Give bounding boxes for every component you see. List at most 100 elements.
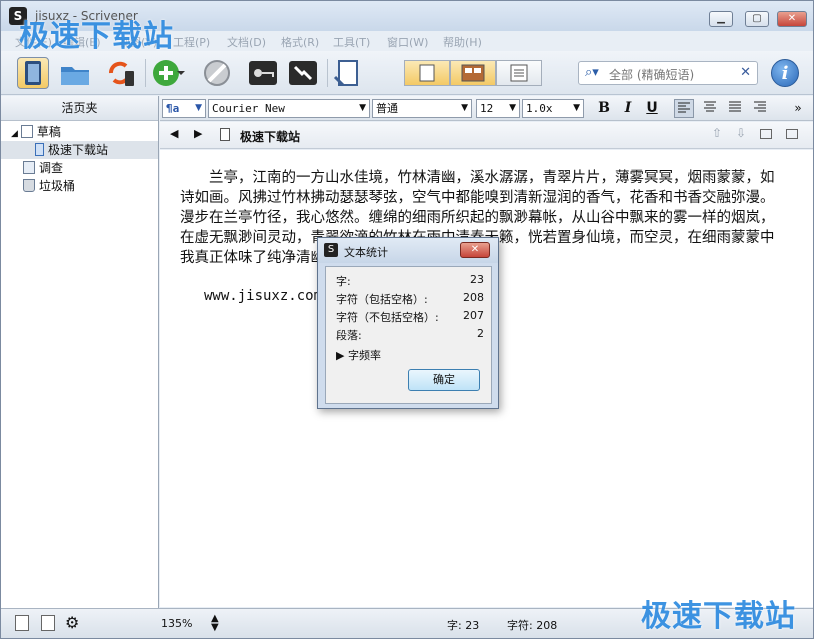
zoom-level[interactable]: 135% xyxy=(161,617,192,630)
gear-icon[interactable]: ⚙ xyxy=(65,613,79,632)
binder-item-research[interactable]: 调查 xyxy=(1,159,158,177)
split-horizontal-icon[interactable] xyxy=(786,129,798,139)
align-center-button[interactable] xyxy=(700,99,720,118)
align-right-button[interactable] xyxy=(750,99,770,118)
line-spacing-dropdown[interactable]: 1.0x ▼ xyxy=(522,99,584,118)
folder-icon xyxy=(61,67,89,85)
document-icon xyxy=(35,143,44,156)
menu-tools[interactable]: 工具(T) xyxy=(333,34,370,50)
stat-row-words: 字: 23 xyxy=(336,273,484,288)
compile-button[interactable] xyxy=(331,57,363,89)
binder-item-jisuxz[interactable]: 极速下载站 xyxy=(1,141,158,159)
align-justify-button[interactable] xyxy=(725,99,745,118)
zoom-stepper-icon[interactable]: ▲ ▼ xyxy=(211,614,219,633)
style-dropdown[interactable]: ¶a ▼ xyxy=(162,99,206,118)
view-corkboard-button[interactable] xyxy=(450,60,496,86)
app-window: S jisuxz - Scrivener ▁ ▢ ✕ 文件(F) 编辑(E) 视… xyxy=(0,0,814,639)
key-icon xyxy=(249,61,277,85)
expand-triangle-icon[interactable]: ◢ xyxy=(11,129,18,139)
research-folder-icon xyxy=(23,161,35,174)
binder-item-draft[interactable]: ◢ 草稿 xyxy=(1,123,158,141)
forward-arrow-icon[interactable]: ▶ xyxy=(194,127,202,140)
underline-button[interactable]: U xyxy=(642,99,662,118)
new-document-icon[interactable] xyxy=(15,615,29,631)
split-vertical-icon[interactable] xyxy=(760,129,772,139)
align-left-button[interactable] xyxy=(674,99,694,118)
align-justify-icon xyxy=(729,101,741,112)
binder-toggle-button[interactable] xyxy=(17,57,49,89)
toolbar-separator xyxy=(327,59,328,87)
back-arrow-icon[interactable]: ◀ xyxy=(170,127,178,140)
chevron-down-icon: ▼ xyxy=(461,103,468,113)
menu-document[interactable]: 文档(D) xyxy=(227,34,266,50)
binder-panel: 活页夹 ◢ 草稿 极速下载站 调查 垃圾桶 xyxy=(1,96,159,608)
format-bar: ¶a ▼ Courier New ▼ 普通 ▼ 12 ▼ 1.0x ▼ B I U » xyxy=(160,96,813,121)
fullscreen-button[interactable] xyxy=(287,57,319,89)
chevron-down-icon: ▼ xyxy=(195,103,202,113)
watermark-logo-bottom: 极速下载站 xyxy=(641,599,796,634)
menu-project[interactable]: 工程(P) xyxy=(173,34,210,50)
size-dropdown[interactable]: 12 ▼ xyxy=(476,99,520,118)
chevron-down-icon: ▼ xyxy=(573,103,580,113)
open-folder-button[interactable] xyxy=(59,57,91,89)
ok-button[interactable]: 确定 xyxy=(408,369,480,391)
watermark-logo: 极速下载站 xyxy=(19,19,174,54)
arrow-up-icon[interactable]: ⇧ xyxy=(712,126,722,140)
document-icon xyxy=(220,128,230,141)
menu-window[interactable]: 窗口(W) xyxy=(387,34,428,50)
italic-button[interactable]: I xyxy=(618,99,638,118)
search-icon[interactable]: ⌕▾ xyxy=(585,65,599,80)
maximize-button[interactable]: ▢ xyxy=(745,11,769,27)
weight-dropdown[interactable]: 普通 ▼ xyxy=(372,99,472,118)
main-toolbar: ⌕▾ 全部 (精确短语) ✕ i xyxy=(1,51,813,95)
more-tools-icon[interactable]: » xyxy=(788,99,808,118)
menu-help[interactable]: 帮助(H) xyxy=(443,34,482,50)
menu-format[interactable]: 格式(R) xyxy=(281,34,319,50)
outline-icon xyxy=(510,64,528,82)
app-icon: S xyxy=(324,243,338,257)
dialog-close-button[interactable]: ✕ xyxy=(460,242,490,258)
document-title[interactable]: 极速下载站 xyxy=(240,128,300,145)
binder-item-trash[interactable]: 垃圾桶 xyxy=(1,177,158,195)
add-document-button[interactable] xyxy=(151,57,185,89)
dialog-body: 字: 23 字符（包括空格）: 208 字符（不包括空格）: 207 段落: 2 ▶ 字… xyxy=(325,266,492,404)
no-entry-icon xyxy=(204,60,230,86)
word-frequency-toggle[interactable]: ▶ 字频率 xyxy=(336,347,486,363)
corkboard-icon xyxy=(461,64,485,82)
search-input[interactable]: ⌕▾ 全部 (精确短语) ✕ xyxy=(578,61,758,85)
sync-button[interactable] xyxy=(105,57,137,89)
editor-header-bar: ◀ ▶ 极速下载站 ⇧ ⇩ xyxy=(160,122,813,149)
keywords-button[interactable] xyxy=(247,57,279,89)
font-dropdown[interactable]: Courier New ▼ xyxy=(208,99,370,118)
align-left-icon xyxy=(678,102,690,113)
bold-button[interactable]: B xyxy=(594,99,614,118)
search-placeholder: 全部 (精确短语) xyxy=(609,68,695,82)
binder-header: 活页夹 xyxy=(1,96,158,121)
clear-search-icon[interactable]: ✕ xyxy=(740,65,751,80)
draft-folder-icon xyxy=(20,125,33,138)
minimize-button[interactable]: ▁ xyxy=(709,11,733,27)
fullscreen-icon xyxy=(289,61,317,85)
new-folder-icon[interactable] xyxy=(41,615,55,631)
sync-icon xyxy=(109,61,134,86)
view-outline-button[interactable] xyxy=(496,60,542,86)
char-count: 字符: 208 xyxy=(507,619,558,632)
stat-row-chars-with-spaces: 字符（包括空格）: 208 xyxy=(336,291,484,306)
trash-icon xyxy=(23,179,35,192)
arrow-down-icon[interactable]: ⇩ xyxy=(736,126,746,140)
chevron-down-icon: ▼ xyxy=(509,103,516,113)
text-statistics-dialog: S 文本统计 ✕ 字: 23 字符（包括空格）: 208 字符（不包括空格）: 207… xyxy=(317,237,499,409)
add-icon xyxy=(153,60,185,86)
dialog-title: 文本统计 xyxy=(344,246,388,259)
view-document-button[interactable] xyxy=(404,60,450,86)
close-button[interactable]: ✕ xyxy=(777,11,807,27)
info-button[interactable]: i xyxy=(771,59,799,87)
delete-button[interactable] xyxy=(201,57,233,89)
editor-url-line[interactable]: www.jisuxz.com xyxy=(204,288,322,304)
align-center-icon xyxy=(704,101,716,112)
toolbar-separator xyxy=(145,59,146,87)
expand-triangle-icon[interactable]: ▶ xyxy=(336,349,348,362)
stat-row-paragraphs: 段落: 2 xyxy=(336,327,484,342)
chevron-down-icon: ▼ xyxy=(359,103,366,113)
stat-row-chars-no-spaces: 字符（不包括空格）: 207 xyxy=(336,309,484,324)
